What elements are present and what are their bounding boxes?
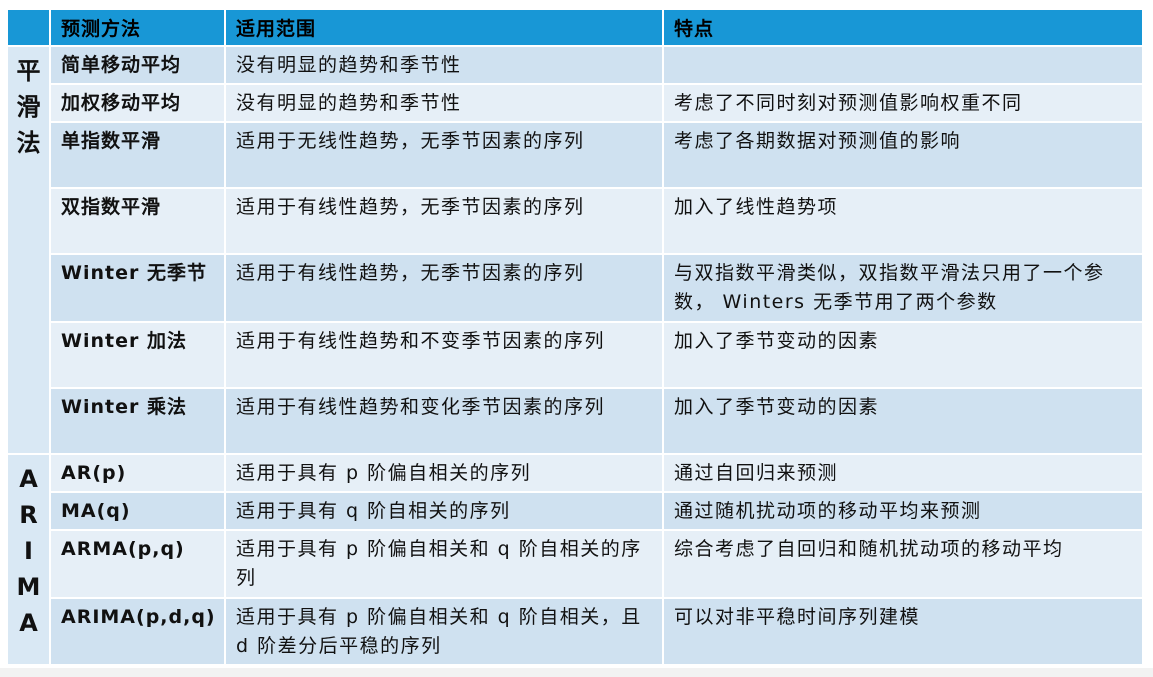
method-cell: 简单移动平均 [50, 46, 226, 85]
group-char: 平 [16, 57, 41, 85]
feature-cell: 加入了线性趋势项 [663, 188, 1144, 255]
feature-cell: 考虑了各期数据对预测值的影响 [663, 122, 1144, 189]
feature-cell: 加入了季节变动的因素 [663, 322, 1144, 389]
table-row: Winter 加法 适用于有线性趋势和不变季节因素的序列 加入了季节变动的因素 [8, 322, 1144, 389]
forecast-methods-table-container: 预测方法 适用范围 特点 平 滑 法 简单移动平均 没有明显的趋势和季节性 加权… [8, 10, 1144, 666]
group-char: M [16, 573, 41, 601]
group-label-arima: A R I M A [8, 454, 51, 666]
method-cell: ARIMA(p,d,q) [50, 598, 226, 666]
table-row: 平 滑 法 简单移动平均 没有明显的趋势和季节性 [8, 46, 1144, 455]
group-char: R [19, 501, 38, 529]
method-cell: Winter 加法 [50, 322, 226, 389]
table-row: MA(q) 适用于具有 q 阶自相关的序列 通过随机扰动项的移动平均来预测 [8, 492, 1144, 531]
feature-cell: 通过随机扰动项的移动平均来预测 [663, 492, 1144, 531]
table-row: 双指数平滑 适用于有线性趋势，无季节因素的序列 加入了线性趋势项 [8, 188, 1144, 255]
feature-cell: 加入了季节变动的因素 [663, 388, 1144, 455]
slide: 预测方法 适用范围 特点 平 滑 法 简单移动平均 没有明显的趋势和季节性 加权… [0, 0, 1153, 677]
table-row: 单指数平滑 适用于无线性趋势，无季节因素的序列 考虑了各期数据对预测值的影响 [8, 122, 1144, 189]
scope-cell: 适用于具有 p 阶偏自相关的序列 [225, 454, 664, 493]
scope-cell: 适用于有线性趋势，无季节因素的序列 [225, 188, 664, 255]
scope-cell: 适用于有线性趋势和不变季节因素的序列 [225, 322, 664, 389]
scope-cell: 适用于具有 q 阶自相关的序列 [225, 492, 664, 531]
feature-cell: 通过自回归来预测 [663, 454, 1144, 493]
feature-cell: 与双指数平滑类似，双指数平滑法只用了一个参数， Winters 无季节用了两个参… [663, 254, 1144, 323]
feature-cell: 综合考虑了自回归和随机扰动项的移动平均 [663, 530, 1144, 599]
method-cell: ARMA(p,q) [50, 530, 226, 599]
scope-cell: 适用于有线性趋势，无季节因素的序列 [225, 254, 664, 323]
scope-cell: 没有明显的趋势和季节性 [225, 84, 664, 123]
scope-cell: 没有明显的趋势和季节性 [225, 46, 664, 85]
forecast-methods-table: 预测方法 适用范围 特点 平 滑 法 简单移动平均 没有明显的趋势和季节性 加权… [8, 10, 1144, 666]
bottom-strip [0, 668, 1153, 677]
group-char: I [24, 537, 33, 565]
method-cell: MA(q) [50, 492, 226, 531]
feature-cell: 可以对非平稳时间序列建模 [663, 598, 1144, 666]
table-row: ARMA(p,q) 适用于具有 p 阶偏自相关和 q 阶自相关的序列 综合考虑了… [8, 530, 1144, 599]
feature-cell [663, 46, 1144, 85]
group-char: A [19, 465, 38, 493]
header-scope: 适用范围 [225, 10, 664, 47]
scope-cell: 适用于具有 p 阶偏自相关和 q 阶自相关的序列 [225, 530, 664, 599]
table-row: Winter 乘法 适用于有线性趋势和变化季节因素的序列 加入了季节变动的因素 [8, 388, 1144, 455]
method-cell: AR(p) [50, 454, 226, 493]
group-char: 滑 [16, 93, 41, 121]
method-cell: 加权移动平均 [50, 84, 226, 123]
scope-cell: 适用于无线性趋势，无季节因素的序列 [225, 122, 664, 189]
group-label-smoothing: 平 滑 法 [8, 46, 51, 455]
table-row: 加权移动平均 没有明显的趋势和季节性 考虑了不同时刻对预测值影响权重不同 [8, 84, 1144, 123]
scope-cell: 适用于有线性趋势和变化季节因素的序列 [225, 388, 664, 455]
table-header-row: 预测方法 适用范围 特点 [8, 10, 1144, 47]
header-group [8, 10, 51, 47]
header-method: 预测方法 [50, 10, 226, 47]
header-feature: 特点 [663, 10, 1144, 47]
feature-cell: 考虑了不同时刻对预测值影响权重不同 [663, 84, 1144, 123]
method-cell: 双指数平滑 [50, 188, 226, 255]
group-char: A [19, 609, 38, 637]
method-cell: 单指数平滑 [50, 122, 226, 189]
method-cell: Winter 无季节 [50, 254, 226, 323]
table-row: A R I M A AR(p) 适用于具有 p 阶偏自相关的序列 通过自回归来预… [8, 454, 1144, 666]
method-cell: Winter 乘法 [50, 388, 226, 455]
scope-cell: 适用于具有 p 阶偏自相关和 q 阶自相关，且 d 阶差分后平稳的序列 [225, 598, 664, 666]
table-row: Winter 无季节 适用于有线性趋势，无季节因素的序列 与双指数平滑类似，双指… [8, 254, 1144, 323]
table-row: ARIMA(p,d,q) 适用于具有 p 阶偏自相关和 q 阶自相关，且 d 阶… [8, 598, 1144, 666]
group-char: 法 [16, 129, 41, 157]
